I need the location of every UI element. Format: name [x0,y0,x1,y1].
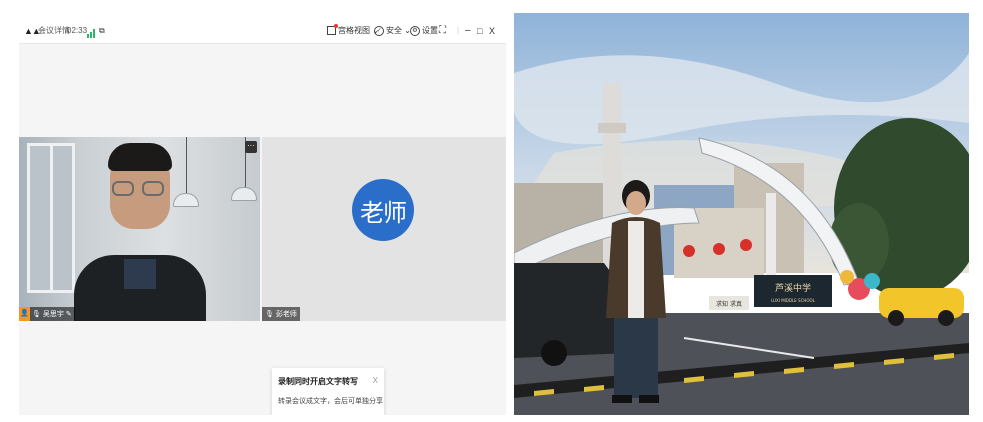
close-button[interactable]: X [489,17,495,44]
grid-view-button[interactable]: 宫格视图 ⌄ [327,17,379,44]
photo-illustration: 芦溪中学 LUXI MIDDLE SCHOOL 求知 求真 [514,13,969,415]
tip-body: 转录会议成文字，会后可单独分享 [278,398,383,405]
mic-icon: 🎙 [32,311,41,318]
shield-icon: ✓ [374,25,384,36]
avatar: 老师 [352,179,414,241]
title-bar: ▲▲ 会议详情 02:33 ⧉ 宫格视图 ⌄ ✓ 安全 ⌄ ⚙ 设置 ⛶ | –… [19,17,506,44]
tip-title: 录制同时开启文字转写 [278,377,358,386]
participant-video-person [74,143,206,321]
participant-nameplate: 🎙 彭老师 [262,307,300,321]
settings-button[interactable]: ⚙ 设置 [410,17,438,44]
gate-sign: 芦溪中学 [775,282,811,294]
meeting-window: ▲▲ 会议详情 02:33 ⧉ 宫格视图 ⌄ ✓ 安全 ⌄ ⚙ 设置 ⛶ | –… [19,17,506,415]
host-badge-icon: 👤 [19,307,30,321]
meeting-timer: 02:33 [67,26,88,35]
divider: | [457,26,460,35]
room-window [27,143,75,293]
school-gate-photo: 芦溪中学 LUXI MIDDLE SCHOOL 求知 求真 [514,13,969,415]
more-options-button[interactable]: ··· [245,141,257,153]
security-button[interactable]: ✓ 安全 ⌄ [374,17,411,44]
mic-icon: 🎙 [265,311,274,318]
video-tile-participant-2[interactable]: 老师 🎙 彭老师 [262,137,506,321]
grid-view-label: 宫格视图 [338,26,370,35]
banner-sign: 求知 求真 [716,300,742,308]
fullscreen-button[interactable]: ⛶ [439,17,446,44]
participant-name: 彭老师 [275,311,297,318]
gear-icon: ⚙ [410,25,420,36]
participant-nameplate: 👤 🎙 吴思宇 ✎ [19,307,75,321]
tip-close-button[interactable]: X [373,376,378,385]
video-tile-participant-1[interactable]: ··· 👤 🎙 吴思宇 ✎ [19,137,260,321]
meeting-info-link[interactable]: 会议详情 [38,17,70,44]
participant-name: 吴思宇 [42,311,64,318]
pen-icon: ✎ [65,311,72,318]
transcription-tip-popup: 录制同时开启文字转写 X 转录会议成文字，会后可单独分享 [272,368,384,415]
signal-strength-icon [87,24,95,38]
share-icon[interactable]: ⧉ [99,17,105,44]
settings-label: 设置 [422,26,438,35]
security-label: 安全 [386,26,402,35]
minimize-button[interactable]: – [465,17,471,44]
gate-sign-english: LUXI MIDDLE SCHOOL [771,298,816,303]
lamp-cord [186,137,187,195]
grid-icon [327,24,338,35]
maximize-button[interactable]: □ [477,17,482,44]
